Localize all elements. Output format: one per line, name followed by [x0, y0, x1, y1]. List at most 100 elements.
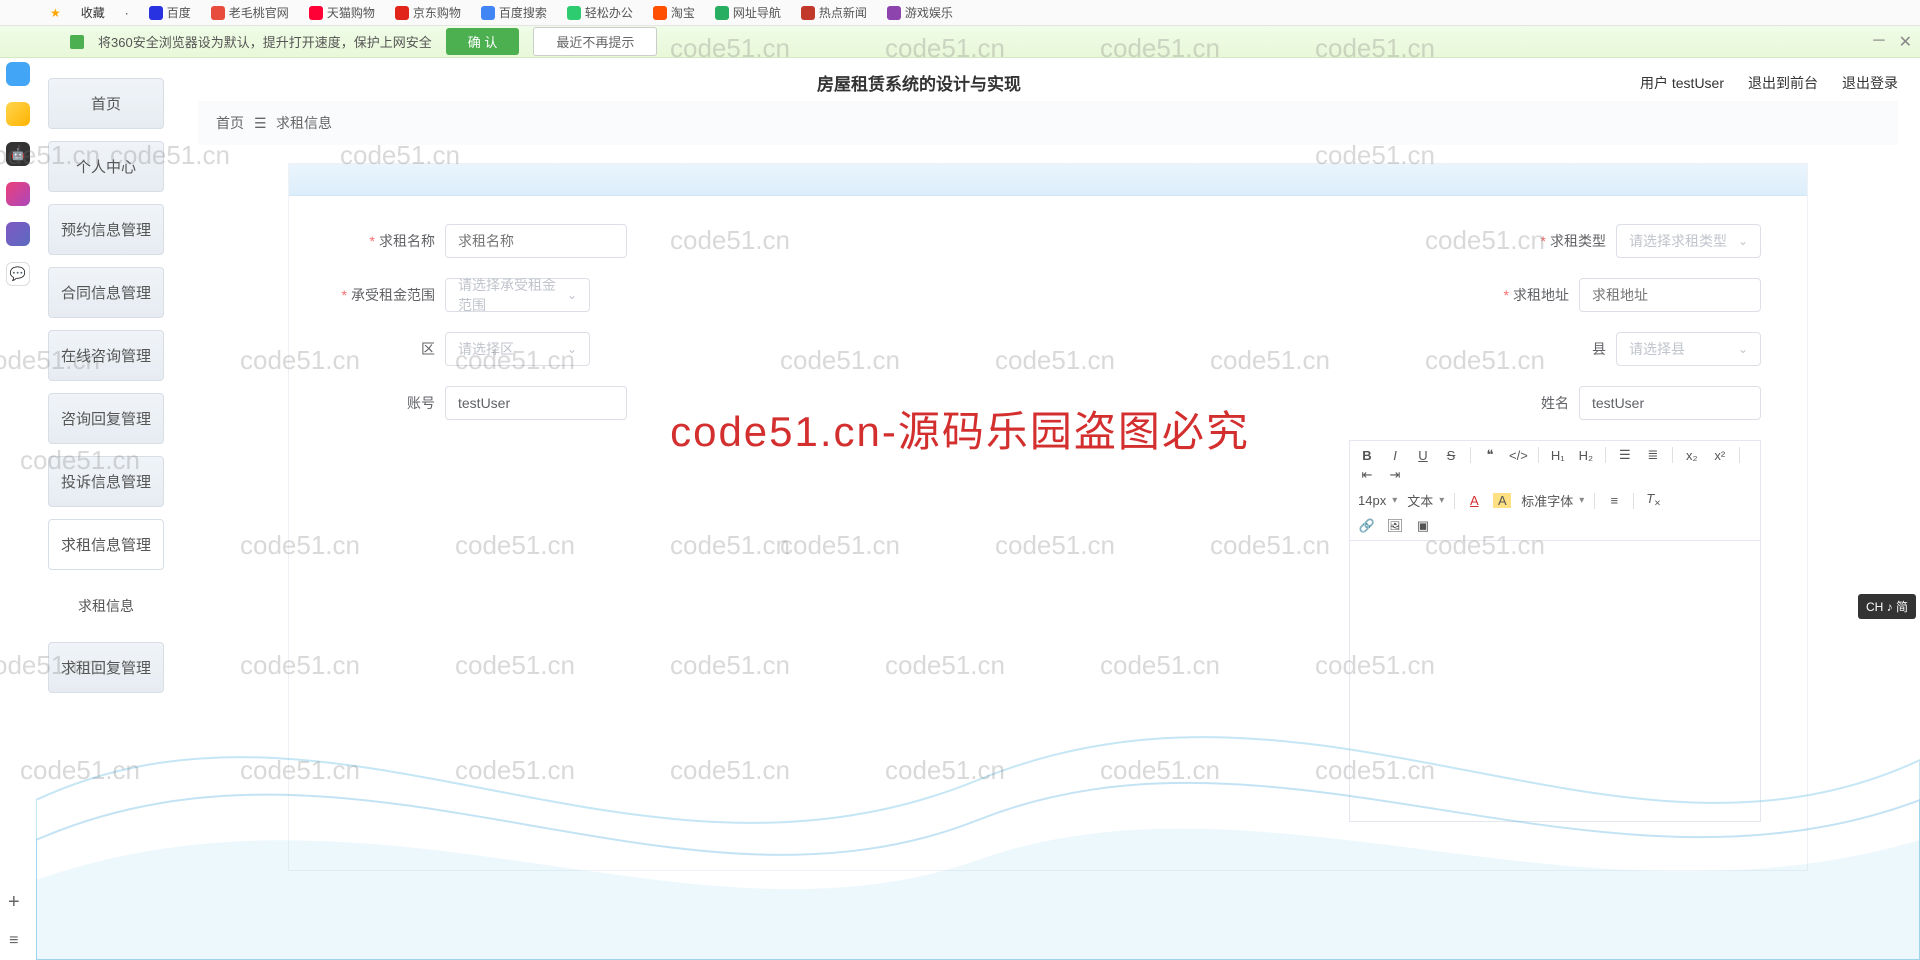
- dock-app-icon[interactable]: [6, 62, 30, 86]
- sidebar-item-consult[interactable]: 在线咨询管理: [48, 330, 164, 381]
- sidebar-sub-rent-info[interactable]: 求租信息: [48, 582, 164, 630]
- account-input[interactable]: [445, 386, 627, 420]
- rent-type-select[interactable]: 请选择求租类型⌄: [1616, 224, 1761, 258]
- ol-icon[interactable]: ☰: [1616, 447, 1634, 463]
- district-select[interactable]: 请选择区⌄: [445, 332, 590, 366]
- label-rent-addr: 求租地址: [1513, 287, 1569, 303]
- bold-icon[interactable]: B: [1358, 448, 1376, 463]
- dock-add-icon[interactable]: +: [8, 891, 20, 914]
- notice-bar: 将360安全浏览器设为默认，提升打开速度，保护上网安全 确 认 最近不再提示 ─…: [0, 26, 1920, 58]
- dock-star-icon[interactable]: [6, 102, 30, 126]
- dock-bot-icon[interactable]: 🤖: [6, 142, 30, 166]
- h1-icon[interactable]: H₁: [1549, 448, 1567, 463]
- label-account: 账号: [407, 395, 435, 411]
- main-content: 房屋租赁系统的设计与实现 用户 testUser 退出到前台 退出登录 首页 ☰…: [176, 58, 1920, 960]
- close-icon[interactable]: ✕: [1899, 32, 1912, 52]
- minimize-icon[interactable]: ─: [1873, 32, 1884, 52]
- dock-menu-icon[interactable]: ≡: [9, 932, 18, 950]
- superscript-icon[interactable]: x²: [1711, 448, 1729, 463]
- link-icon[interactable]: 🔗: [1358, 518, 1376, 534]
- h2-icon[interactable]: H₂: [1577, 448, 1595, 463]
- image-icon[interactable]: 🖼: [1386, 518, 1404, 534]
- italic-icon[interactable]: I: [1386, 448, 1404, 463]
- bookmark-news[interactable]: 热点新闻: [801, 4, 867, 21]
- bookmark-baidu[interactable]: 百度: [149, 4, 191, 21]
- sidebar-item-complaint[interactable]: 投诉信息管理: [48, 456, 164, 507]
- label-district: 区: [421, 341, 435, 357]
- bookmark-baidu-search[interactable]: 百度搜索: [481, 4, 547, 21]
- subscript-icon[interactable]: x₂: [1683, 448, 1701, 463]
- office-icon: [567, 6, 581, 20]
- chevron-down-icon: ⌄: [567, 288, 577, 302]
- align-icon[interactable]: ≡: [1605, 493, 1623, 508]
- outdent-icon[interactable]: ⇤: [1358, 467, 1376, 483]
- page-title: 房屋租赁系统的设计与实现: [198, 70, 1640, 95]
- confirm-button[interactable]: 确 认: [446, 28, 520, 55]
- sidebar-item-profile[interactable]: 个人中心: [48, 141, 164, 192]
- breadcrumb: 首页 ☰ 求租信息: [198, 101, 1898, 145]
- bookmark-game[interactable]: 游戏娱乐: [887, 4, 953, 21]
- rent-name-input[interactable]: [445, 224, 627, 258]
- ime-indicator[interactable]: CH ♪ 简: [1858, 594, 1916, 619]
- bookmark-laomaotao[interactable]: 老毛桃官网: [211, 4, 289, 21]
- sidebar-item-home[interactable]: 首页: [48, 78, 164, 129]
- sidebar: 首页 个人中心 预约信息管理 合同信息管理 在线咨询管理 咨询回复管理 投诉信息…: [36, 58, 176, 960]
- sidebar-item-consult-reply[interactable]: 咨询回复管理: [48, 393, 164, 444]
- rent-range-select[interactable]: 请选择承受租金范围⌄: [445, 278, 590, 312]
- site-icon: [211, 6, 225, 20]
- dock-assist-icon[interactable]: [6, 222, 30, 246]
- font-family-select[interactable]: 标准字体▾: [1521, 491, 1584, 510]
- logout-link[interactable]: 退出登录: [1842, 73, 1898, 93]
- quote-icon[interactable]: ❝: [1481, 447, 1499, 463]
- nav-icon: [715, 6, 729, 20]
- bookmark-office[interactable]: 轻松办公: [567, 4, 633, 21]
- jd-icon: [395, 6, 409, 20]
- label-rent-range: 承受租金范围: [351, 287, 435, 303]
- font-size-select[interactable]: 14px▾: [1358, 493, 1397, 508]
- underline-icon[interactable]: U: [1414, 448, 1432, 463]
- form-card: *求租名称 *求租类型 请选择求租类型⌄ *承受租金范围 请选择承: [288, 163, 1808, 871]
- bookmark-taobao[interactable]: 淘宝: [653, 4, 695, 21]
- text-type-select[interactable]: 文本▾: [1407, 491, 1444, 510]
- realname-input[interactable]: [1579, 386, 1761, 420]
- crumb-home[interactable]: 首页: [216, 113, 244, 133]
- later-button[interactable]: 最近不再提示: [533, 27, 657, 56]
- crumb-current: 求租信息: [276, 113, 332, 133]
- bookmarks-bar: ★ 收藏 · 百度 老毛桃官网 天猫购物 京东购物 百度搜索 轻松办公 淘宝 网…: [0, 0, 1920, 26]
- to-frontend-link[interactable]: 退出到前台: [1748, 73, 1818, 93]
- card-header-ribbon: [289, 164, 1807, 196]
- search-icon: [481, 6, 495, 20]
- sidebar-item-rent-info[interactable]: 求租信息管理: [48, 519, 164, 570]
- rich-text-editor: B I U S ❝ </> H₁ H₂ ☰: [1349, 440, 1761, 822]
- label-county: 县: [1592, 341, 1606, 357]
- fav-star-icon: ★: [50, 6, 61, 20]
- ul-icon[interactable]: ≣: [1644, 447, 1662, 463]
- bookmark-tmall[interactable]: 天猫购物: [309, 4, 375, 21]
- fav-label[interactable]: 收藏: [81, 4, 105, 21]
- bookmark-nav[interactable]: 网址导航: [715, 4, 781, 21]
- bg-color-icon[interactable]: A: [1493, 493, 1511, 508]
- font-color-icon[interactable]: A: [1465, 493, 1483, 508]
- code-icon[interactable]: </>: [1509, 448, 1528, 463]
- dock-ai-icon[interactable]: [6, 182, 30, 206]
- news-icon: [801, 6, 815, 20]
- label-realname: 姓名: [1541, 395, 1569, 411]
- county-select[interactable]: 请选择县⌄: [1616, 332, 1761, 366]
- dock-chat-icon[interactable]: 💬: [6, 262, 30, 286]
- video-icon[interactable]: ▣: [1414, 518, 1432, 534]
- strike-icon[interactable]: S: [1442, 448, 1460, 463]
- user-label[interactable]: 用户 testUser: [1640, 73, 1724, 93]
- bookmark-jd[interactable]: 京东购物: [395, 4, 461, 21]
- notice-text: 将360安全浏览器设为默认，提升打开速度，保护上网安全: [98, 32, 432, 51]
- sidebar-item-rent-reply[interactable]: 求租回复管理: [48, 642, 164, 693]
- sidebar-item-reservation[interactable]: 预约信息管理: [48, 204, 164, 255]
- clear-format-icon[interactable]: T×: [1644, 491, 1662, 510]
- rent-addr-input[interactable]: [1579, 278, 1761, 312]
- chevron-down-icon: ⌄: [1738, 234, 1748, 248]
- sidebar-item-contract[interactable]: 合同信息管理: [48, 267, 164, 318]
- label-rent-name: 求租名称: [379, 233, 435, 249]
- indent-icon[interactable]: ⇥: [1386, 467, 1404, 483]
- tmall-icon: [309, 6, 323, 20]
- breadcrumb-sep-icon: ☰: [254, 115, 266, 132]
- editor-content[interactable]: [1350, 541, 1760, 821]
